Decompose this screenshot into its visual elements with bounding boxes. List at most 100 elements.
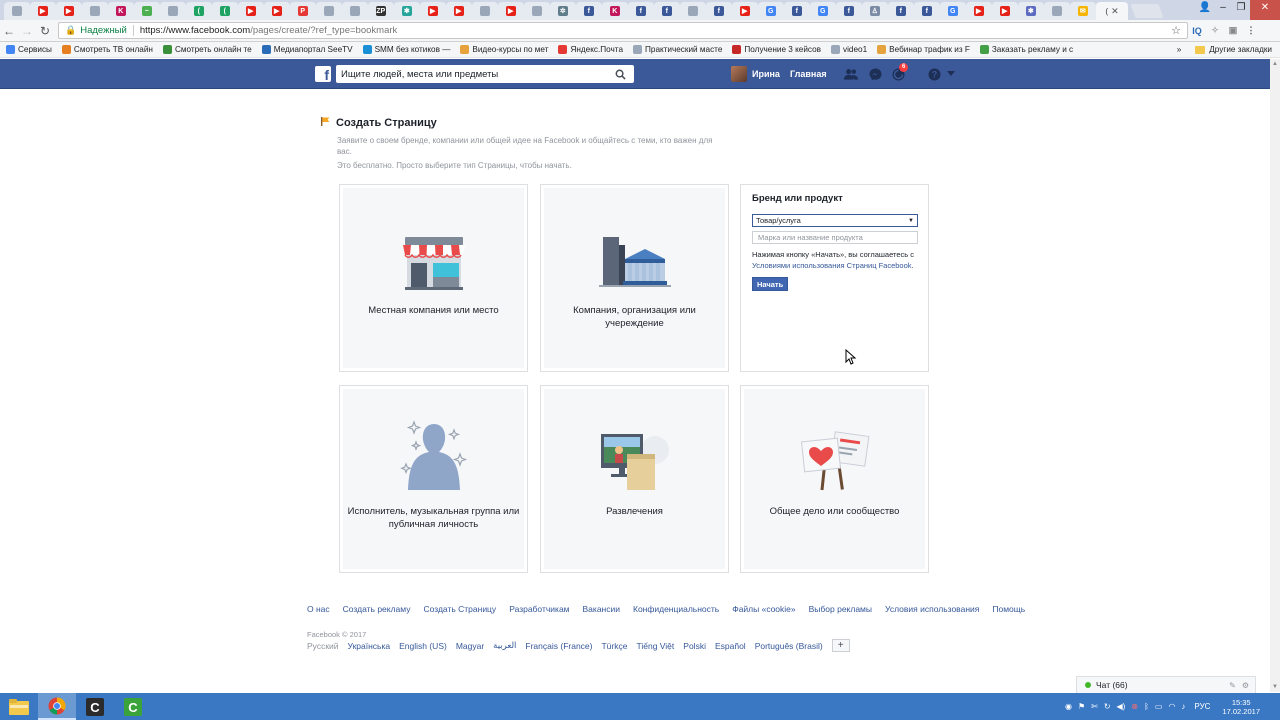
footer-link[interactable]: Помощь — [992, 604, 1025, 614]
keyboard-language[interactable]: РУС — [1194, 702, 1210, 711]
scroll-up-icon[interactable]: ▲ — [1270, 59, 1280, 69]
account-menu-chevron-down-icon[interactable] — [944, 67, 958, 81]
battery-icon[interactable]: ▭ — [1155, 702, 1163, 711]
browser-tab[interactable]: ~ — [134, 2, 160, 20]
iq-extension-icon[interactable]: IQ — [1188, 26, 1206, 36]
bookmark-item[interactable]: Смотреть ТВ онлайн — [61, 45, 153, 54]
browser-tab[interactable]: ✲ — [550, 2, 576, 20]
footer-link[interactable]: Создать Страницу — [423, 604, 496, 614]
browser-tab[interactable]: f — [784, 2, 810, 20]
browser-tab[interactable] — [472, 2, 498, 20]
browser-tab[interactable]: f — [888, 2, 914, 20]
brand-category-select[interactable]: Товар/услуга ▼ — [752, 214, 918, 227]
reload-icon[interactable]: ↻ — [36, 24, 54, 38]
browser-tab[interactable]: ▶ — [30, 2, 56, 20]
language-link[interactable]: English (US) — [399, 641, 447, 651]
speaker-icon[interactable]: ♪ — [1181, 702, 1185, 711]
volume-icon[interactable]: ◀) — [1117, 702, 1126, 711]
browser-tab[interactable]: K — [108, 2, 134, 20]
browser-tab[interactable] — [680, 2, 706, 20]
browser-tab[interactable]: f — [628, 2, 654, 20]
facebook-logo-icon[interactable]: f — [315, 66, 331, 83]
back-icon[interactable]: ← — [0, 24, 18, 38]
friend-requests-icon[interactable] — [844, 67, 858, 81]
browser-tab[interactable] — [82, 2, 108, 20]
bookmark-item[interactable]: Смотреть онлайн те — [162, 45, 252, 54]
category-card-artist[interactable]: Исполнитель, музыкальная группа или публ… — [339, 385, 528, 573]
bookmark-item[interactable]: SMM без котиков — — [362, 45, 450, 54]
forward-icon[interactable]: → — [18, 24, 36, 38]
browser-tab[interactable]: ♙ — [862, 2, 888, 20]
browser-tab[interactable]: f — [576, 2, 602, 20]
browser-tab[interactable]: P — [290, 2, 316, 20]
browser-tab[interactable]: K — [602, 2, 628, 20]
browser-tab[interactable] — [524, 2, 550, 20]
language-link[interactable]: Polski — [683, 641, 706, 651]
browser-tab[interactable]: ✱ — [394, 2, 420, 20]
close-window-icon[interactable]: ✕ — [1250, 0, 1280, 20]
browser-tab[interactable]: ▶ — [420, 2, 446, 20]
footer-link[interactable]: Создать рекламу — [343, 604, 411, 614]
page-scrollbar[interactable]: ▲ ▼ — [1270, 59, 1280, 692]
browser-tab[interactable]: ▶ — [446, 2, 472, 20]
browser-tab[interactable]: ZP — [368, 2, 394, 20]
browser-tab[interactable]: ▶ — [498, 2, 524, 20]
user-icon[interactable]: 👤 — [1196, 0, 1214, 20]
bluetooth-icon[interactable]: ᛒ — [1144, 702, 1149, 711]
chrome-icon[interactable] — [38, 693, 76, 720]
category-card-company[interactable]: Компания, организация или учереждение — [540, 184, 729, 372]
notifications-icon[interactable]: 6 — [891, 63, 909, 81]
file-explorer-icon[interactable] — [0, 693, 38, 720]
bookmarks-more-icon[interactable]: » — [1177, 45, 1182, 54]
language-link[interactable]: Українська — [348, 641, 391, 651]
bookmark-item[interactable]: Практический масте — [633, 45, 722, 54]
help-icon[interactable]: ? — [927, 67, 941, 81]
language-link[interactable]: Magyar — [456, 641, 484, 651]
browser-tab[interactable]: ▶ — [992, 2, 1018, 20]
bookmark-item[interactable]: Заказать рекламу и с — [979, 45, 1073, 54]
extension-icon[interactable]: ✧ — [1206, 25, 1224, 36]
browser-tab[interactable]: ▶ — [264, 2, 290, 20]
browser-tab[interactable]: G — [940, 2, 966, 20]
browser-tab[interactable] — [342, 2, 368, 20]
browser-tab[interactable]: f — [654, 2, 680, 20]
gear-icon[interactable]: ⚙ — [1242, 681, 1249, 690]
browser-tab[interactable]: G — [758, 2, 784, 20]
browser-tab[interactable]: G — [810, 2, 836, 20]
chat-bar[interactable]: Чат (66) ✎ ⚙ — [1076, 676, 1256, 693]
chrome-tray-icon[interactable]: ◉ — [1065, 702, 1072, 711]
browser-tab[interactable]: ▶ — [732, 2, 758, 20]
language-link[interactable]: Português (Brasil) — [755, 641, 823, 651]
language-link[interactable]: Türkçe — [601, 641, 627, 651]
new-tab-button[interactable] — [1129, 4, 1164, 18]
camtasia-icon[interactable]: C — [76, 693, 114, 720]
compose-icon[interactable]: ✎ — [1229, 681, 1236, 690]
footer-link[interactable]: Разработчикам — [509, 604, 569, 614]
close-tab-icon[interactable]: ✕ — [1111, 6, 1119, 17]
bookmark-item[interactable]: Яндекс.Почта — [558, 45, 623, 54]
brand-name-input[interactable] — [752, 231, 918, 244]
scroll-down-icon[interactable]: ▼ — [1270, 682, 1280, 692]
terms-link[interactable]: Условиями использования Страниц Facebook — [752, 261, 912, 270]
browser-tab[interactable]: ( — [186, 2, 212, 20]
browser-tab-active[interactable]: (✕ — [1096, 2, 1128, 20]
browser-tab[interactable]: f — [706, 2, 732, 20]
browser-tab[interactable]: ▶ — [966, 2, 992, 20]
network-icon[interactable]: ⚑ — [1078, 702, 1085, 711]
messages-icon[interactable] — [868, 67, 882, 81]
category-card-local-business[interactable]: Местная компания или место — [339, 184, 528, 372]
bookmark-item[interactable]: Получение 3 кейсов — [732, 45, 821, 54]
camtasia-recorder-icon[interactable]: C — [114, 693, 152, 720]
browser-tab[interactable]: f — [836, 2, 862, 20]
footer-link[interactable]: Конфиденциальность — [633, 604, 719, 614]
maximize-icon[interactable]: ❐ — [1232, 0, 1250, 20]
extension-icon-2[interactable]: ▣ — [1224, 25, 1242, 36]
tools-icon[interactable]: ✄ — [1091, 702, 1098, 711]
url-bar[interactable]: 🔒 Надежный https://www.facebook.com/page… — [58, 22, 1188, 39]
bookmark-item[interactable]: Сервисы — [6, 45, 52, 54]
footer-link[interactable]: Вакансии — [583, 604, 620, 614]
browser-tab[interactable]: ✉ — [1070, 2, 1096, 20]
bookmark-item[interactable]: Видео-курсы по мет — [460, 45, 548, 54]
wifi-icon[interactable]: ◠ — [1168, 702, 1175, 711]
category-card-community[interactable]: Общее дело или сообщество — [740, 385, 929, 573]
